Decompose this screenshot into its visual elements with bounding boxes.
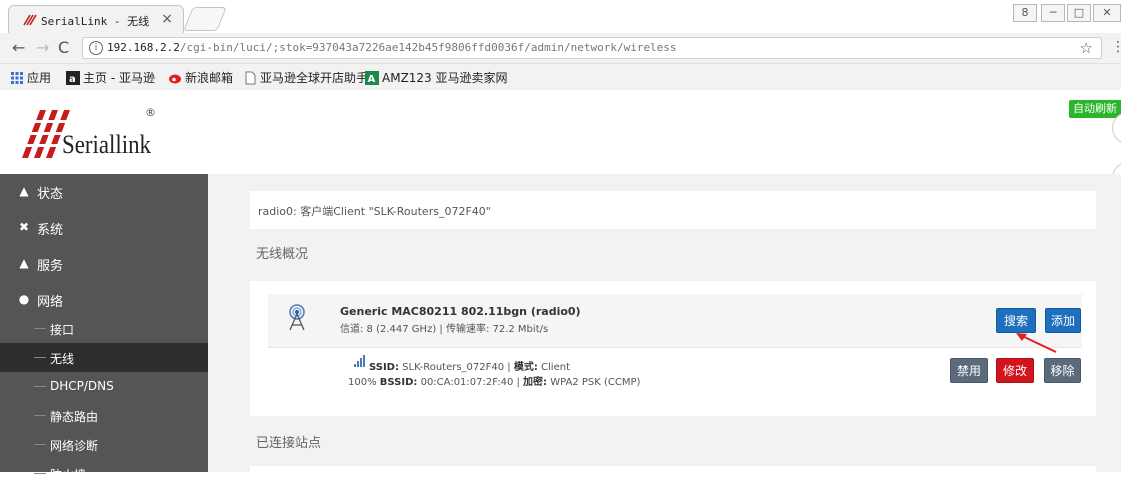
home-icon: ▲ — [19, 184, 29, 198]
bookmark-amazon-home[interactable]: a 主页 - 亚马逊 — [66, 69, 155, 86]
disable-button[interactable]: 禁用 — [950, 358, 988, 383]
sidebar-sub-label: DHCP/DNS — [50, 379, 114, 393]
url-host: 192.168.2.2 — [107, 41, 180, 54]
sidebar-item-label: 网络 — [37, 295, 64, 310]
logo-registered-mark: ® — [145, 106, 156, 119]
connected-stations-card — [250, 466, 1096, 476]
bookmark-label: 亚马逊全球开店助手 — [260, 71, 369, 85]
services-icon: ▲ — [19, 256, 29, 270]
annotation-arrow-icon — [1016, 333, 1057, 353]
tree-line — [34, 473, 46, 474]
back-icon[interactable]: ← — [12, 38, 25, 57]
tree-line — [34, 415, 46, 416]
tree-line — [34, 328, 46, 329]
bookmark-label: 新浪邮箱 — [185, 71, 234, 85]
edit-button[interactable]: 修改 — [996, 358, 1034, 383]
sidebar-item-system[interactable]: ✖ 系统 — [0, 210, 208, 246]
encryption-value: WPA2 PSK (CCMP) — [550, 377, 641, 388]
network-row: SSID: SLK-Routers_072F40 | 模式: Client 10… — [268, 348, 1082, 394]
bookmark-label: 主页 - 亚马逊 — [83, 71, 155, 85]
tools-icon: ✖ — [18, 220, 30, 234]
page-icon — [245, 71, 256, 85]
sidebar-item-label: 服务 — [37, 259, 64, 274]
tree-line — [34, 357, 46, 358]
sidebar-sub-label: 无线 — [50, 352, 75, 366]
forward-icon[interactable]: → — [36, 38, 49, 57]
seriallink-logo[interactable]: Seriallink ® — [18, 104, 168, 166]
sidebar-sub-diagnostics[interactable]: 网络诊断 — [0, 430, 208, 459]
sidebar: ▲ 状态 ✖ 系统 ▲ 服务 ● 网络 接口 无线 DHCP/DNS 静态路由 … — [0, 174, 208, 482]
browser-tab-strip: SerialLink - 无线 × 8 ─ □ ✕ — [0, 0, 1121, 33]
signal-strength-icon — [354, 355, 365, 367]
overview-title: 无线概况 — [256, 247, 309, 262]
apps-grid-icon — [11, 72, 23, 84]
remove-button[interactable]: 移除 — [1044, 358, 1081, 383]
svg-text:A: A — [368, 74, 376, 85]
sidebar-sub-dhcp-dns[interactable]: DHCP/DNS — [0, 372, 208, 401]
bookmarks-bar: 应用 a 主页 - 亚马逊 新浪邮箱 亚马逊全球开店助手 A AMZ123 亚马… — [0, 64, 1121, 90]
site-info-icon[interactable]: i — [89, 41, 103, 55]
add-button[interactable]: 添加 — [1045, 308, 1081, 333]
sidebar-item-network[interactable]: ● 网络 — [0, 282, 208, 318]
tree-line — [34, 386, 46, 387]
amz-icon: A — [365, 71, 379, 85]
wireless-antenna-icon — [289, 304, 305, 331]
browser-menu-icon[interactable]: ⋮ — [1111, 39, 1121, 55]
mode-value: Client — [541, 362, 570, 373]
sidebar-item-services[interactable]: ▲ 服务 — [0, 246, 208, 282]
close-window-icon[interactable]: ✕ — [1093, 4, 1121, 22]
bookmark-amazon-global[interactable]: 亚马逊全球开店助手 — [243, 69, 368, 86]
reload-icon[interactable]: C — [58, 38, 69, 57]
sidebar-sub-wireless[interactable]: 无线 — [0, 343, 208, 372]
connected-stations-title: 已连接站点 — [256, 436, 322, 451]
sidebar-sub-firewall[interactable]: 防火墙 — [0, 459, 208, 488]
url-path: /cgi-bin/luci/;stok=937043a7226ae142b45f… — [179, 41, 677, 54]
seriallink-favicon-icon — [23, 14, 37, 26]
device-info: 信道: 8 (2.447 GHz) | 传输速率: 72.2 Mbit/s — [340, 324, 549, 335]
sidebar-sub-label: 接口 — [50, 323, 75, 337]
globe-icon: ● — [18, 292, 30, 306]
bookmark-sina-mail[interactable]: 新浪邮箱 — [168, 69, 233, 86]
sidebar-item-label: 状态 — [37, 187, 64, 202]
network-bssid-line: 100% BSSID: 00:CA:01:07:2F:40 | 加密: WPA2… — [348, 377, 641, 388]
sidebar-sub-static-routes[interactable]: 静态路由 — [0, 401, 208, 430]
device-name: Generic MAC80211 802.11bgn (radio0) — [340, 305, 581, 318]
bssid-value: 00:CA:01:07:2F:40 — [420, 377, 514, 388]
bookmark-label: AMZ123 亚马逊卖家网 — [382, 71, 508, 85]
sidebar-sub-label: 网络诊断 — [50, 439, 99, 453]
auto-refresh-toggle[interactable]: 自动刷新 开 — [1069, 100, 1121, 118]
radio-device-row: Generic MAC80211 802.11bgn (radio0) 信道: … — [268, 294, 1082, 348]
logo-text: Seriallink — [62, 130, 151, 159]
network-ssid-line: SSID: SLK-Routers_072F40 | 模式: Client — [369, 362, 570, 373]
sina-eye-icon — [169, 74, 181, 84]
bookmark-amz123[interactable]: A AMZ123 亚马逊卖家网 — [365, 69, 508, 86]
association-text: radio0: 客户端Client "SLK-Routers_072F40" — [258, 205, 491, 218]
sidebar-sub-label: 静态路由 — [50, 410, 99, 424]
signal-value: 100% — [348, 377, 377, 388]
bookmark-label: 应用 — [27, 71, 52, 85]
profile-icon[interactable]: 8 — [1013, 4, 1037, 22]
url-input[interactable]: i 192.168.2.2/cgi-bin/luci/;stok=937043a… — [82, 37, 1102, 59]
bookmark-apps[interactable]: 应用 — [10, 69, 51, 86]
sidebar-sub-interfaces[interactable]: 接口 — [0, 314, 208, 343]
amazon-a-icon: a — [66, 71, 80, 85]
main-content: radio0: 客户端Client "SLK-Routers_072F40" 无… — [208, 174, 1121, 476]
address-bar: ← → C i 192.168.2.2/cgi-bin/luci/;stok=9… — [0, 33, 1121, 64]
ssid-value: SLK-Routers_072F40 — [402, 362, 505, 373]
scan-button[interactable]: 搜索 — [996, 308, 1036, 333]
maximize-icon[interactable]: □ — [1067, 4, 1091, 22]
sidebar-sub-label: 防火墙 — [50, 468, 87, 482]
tree-line — [34, 444, 46, 445]
bookmark-star-icon[interactable]: ☆ — [1080, 39, 1093, 57]
wireless-overview-card: Generic MAC80211 802.11bgn (radio0) 信道: … — [250, 281, 1096, 416]
sidebar-item-label: 系统 — [37, 223, 64, 238]
browser-tab[interactable]: SerialLink - 无线 × — [8, 5, 184, 33]
svg-text:a: a — [69, 74, 76, 85]
tab-title: SerialLink - 无线 — [41, 15, 150, 28]
sidebar-item-status[interactable]: ▲ 状态 — [0, 174, 208, 210]
association-card: radio0: 客户端Client "SLK-Routers_072F40" — [250, 191, 1096, 229]
tab-close-icon[interactable]: × — [161, 11, 173, 27]
minimize-icon[interactable]: ─ — [1041, 4, 1065, 22]
new-tab-button[interactable] — [183, 7, 227, 31]
